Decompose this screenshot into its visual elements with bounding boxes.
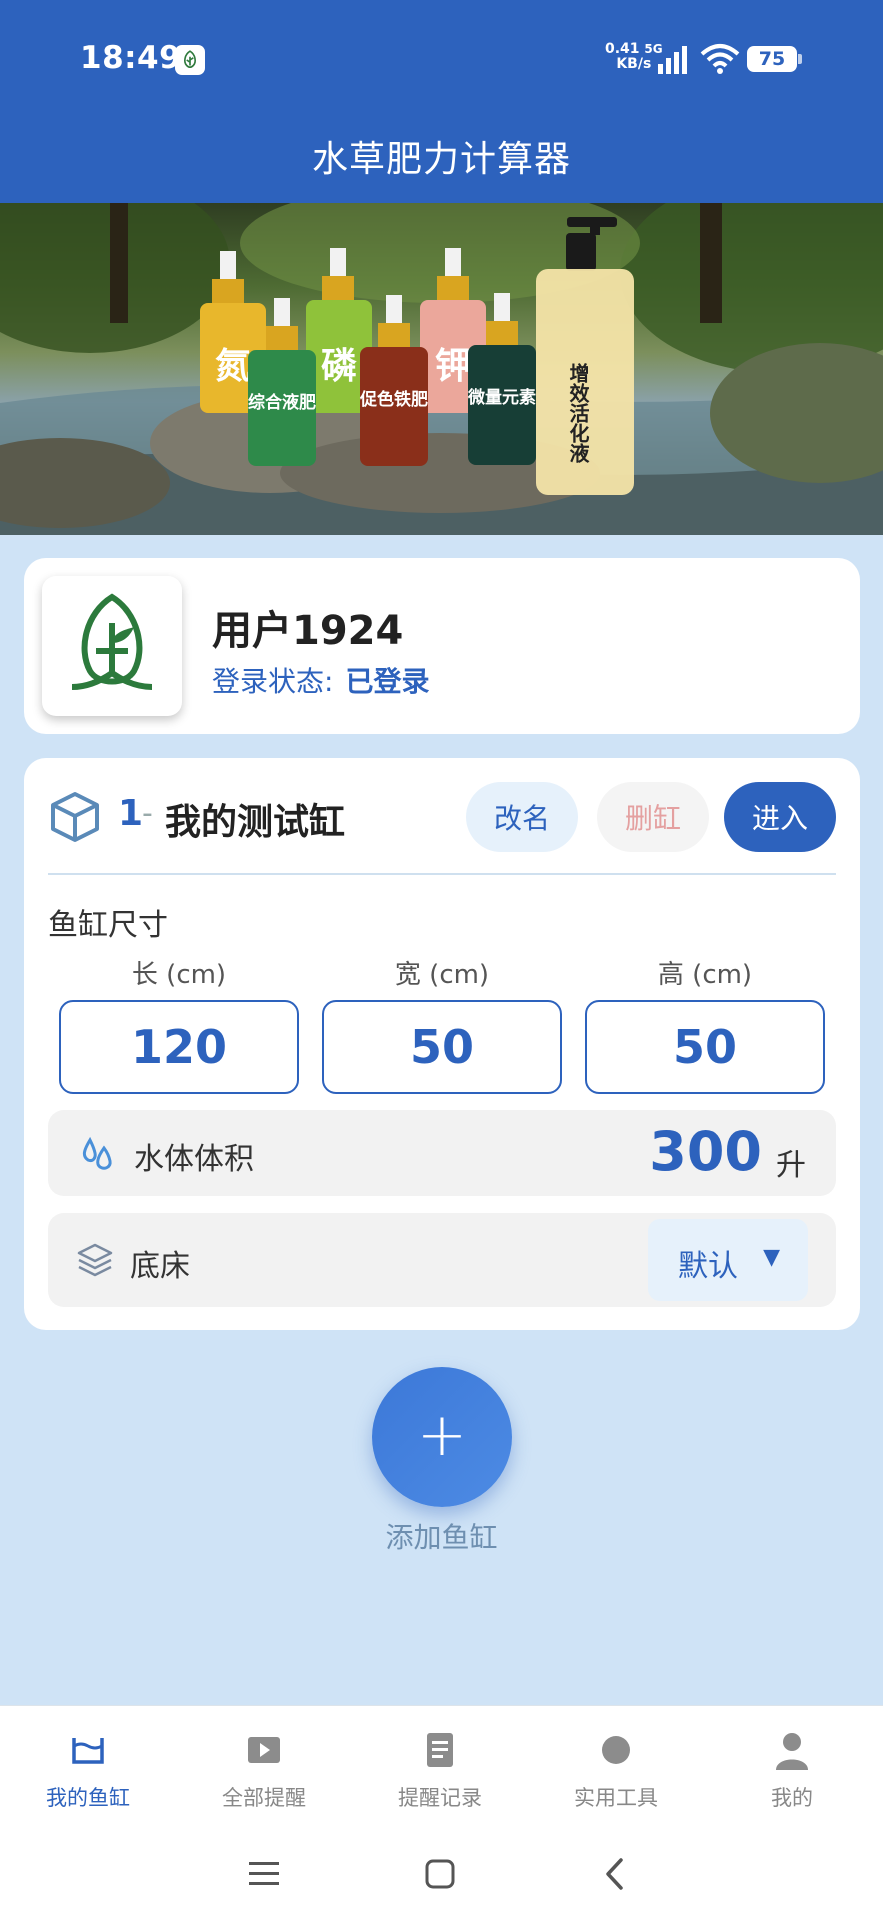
water-volume-label: 水体体积: [134, 1142, 254, 1177]
rename-button[interactable]: 改名: [466, 782, 578, 852]
wifi-icon: [700, 44, 740, 74]
avatar[interactable]: [42, 576, 182, 716]
water-drop-icon: [82, 1136, 112, 1170]
nav-label: 全部提醒: [222, 1786, 306, 1810]
tank-name: 我的测试缸: [165, 802, 346, 843]
substrate-select[interactable]: 默认 ▼: [648, 1219, 808, 1301]
nav-item-all-reminders[interactable]: 全部提醒: [176, 1724, 352, 1824]
app-logo-icon: [71, 593, 153, 690]
enter-tank-button[interactable]: 进入: [724, 782, 836, 852]
nav-item-my-tanks[interactable]: 我的鱼缸: [0, 1724, 176, 1824]
status-time: 18:49: [80, 40, 182, 76]
length-label: 长 (cm): [131, 960, 227, 990]
add-tank-button[interactable]: +: [372, 1367, 512, 1507]
substrate-value: 默认: [678, 1249, 738, 1284]
app-notification-icon: [175, 45, 205, 75]
bottle-label-p: 磷: [321, 345, 357, 387]
chevron-down-icon: ▼: [763, 1245, 780, 1270]
nav-item-reminder-log[interactable]: 提醒记录: [352, 1724, 528, 1824]
document-icon: [427, 1733, 453, 1767]
tank-separator: -: [142, 796, 153, 831]
nav-item-profile[interactable]: 我的: [704, 1724, 880, 1824]
back-icon[interactable]: [596, 1854, 636, 1894]
page-title: 水草肥力计算器: [311, 139, 571, 180]
add-tank-label: 添加鱼缸: [385, 1521, 498, 1554]
circle-icon: [602, 1736, 630, 1764]
nav-label: 我的: [771, 1786, 813, 1810]
status-bar: 18:49 0.41 5G KB/s 75: [0, 0, 883, 118]
height-label: 高 (cm): [657, 960, 753, 990]
login-status: 登录状态: 已登录: [212, 665, 430, 698]
substrate-label: 底床: [130, 1249, 190, 1284]
tank-index: 1: [118, 793, 144, 834]
width-label: 宽 (cm): [394, 960, 490, 990]
bottom-navigation: 我的鱼缸 全部提醒 提醒记录 实用工具 我的: [0, 1705, 883, 1920]
tank-card: 1 - 我的测试缸 改名 删缸 进入 鱼缸尺寸 长 (cm) 宽 (cm) 高 …: [24, 758, 860, 1330]
width-input[interactable]: 50: [322, 1000, 562, 1094]
bottle-label-booster: 增效活化液: [566, 362, 590, 464]
delete-tank-button[interactable]: 删缸: [597, 782, 709, 852]
tank-size-title: 鱼缸尺寸: [48, 908, 168, 943]
user-name: 用户1924: [212, 608, 404, 654]
bottle-label-iron: 促色铁肥: [359, 389, 428, 410]
nav-label: 我的鱼缸: [46, 1786, 130, 1810]
water-volume-value: 300: [649, 1120, 762, 1183]
play-icon: [248, 1737, 280, 1763]
top-app-bar: 18:49 0.41 5G KB/s 75 水草肥力计算器: [0, 0, 883, 203]
bottle-label-complex: 综合液肥: [248, 392, 316, 413]
cube-icon: [51, 792, 99, 842]
substrate-row: 底床 默认 ▼: [48, 1213, 836, 1307]
layers-icon: [77, 1243, 113, 1277]
nav-label: 实用工具: [574, 1786, 658, 1810]
height-input[interactable]: 50: [585, 1000, 825, 1094]
network-speed: 0.41 5G KB/s: [605, 41, 663, 72]
product-banner[interactable]: 氮 磷 钾 综合液肥 促色铁肥 微量元素 增效活化液: [0, 203, 883, 535]
nav-label: 提醒记录: [398, 1786, 482, 1810]
water-volume-row: 水体体积 300 升: [48, 1110, 836, 1196]
length-input[interactable]: 120: [59, 1000, 299, 1094]
battery-indicator: 75: [747, 46, 802, 72]
menu-icon[interactable]: [244, 1854, 284, 1894]
divider: [48, 873, 836, 875]
bottle-label-n: 氮: [215, 345, 251, 387]
bottle-label-trace: 微量元素: [467, 387, 536, 408]
nav-item-tools[interactable]: 实用工具: [528, 1724, 704, 1824]
bottle-label-k: 钾: [435, 345, 471, 387]
tank-icon: [72, 1738, 104, 1764]
water-volume-unit: 升: [776, 1148, 806, 1183]
user-card[interactable]: 用户1924 登录状态: 已登录: [24, 558, 860, 734]
home-icon[interactable]: [420, 1854, 460, 1894]
person-icon: [776, 1733, 808, 1770]
signal-icon: [658, 46, 687, 74]
